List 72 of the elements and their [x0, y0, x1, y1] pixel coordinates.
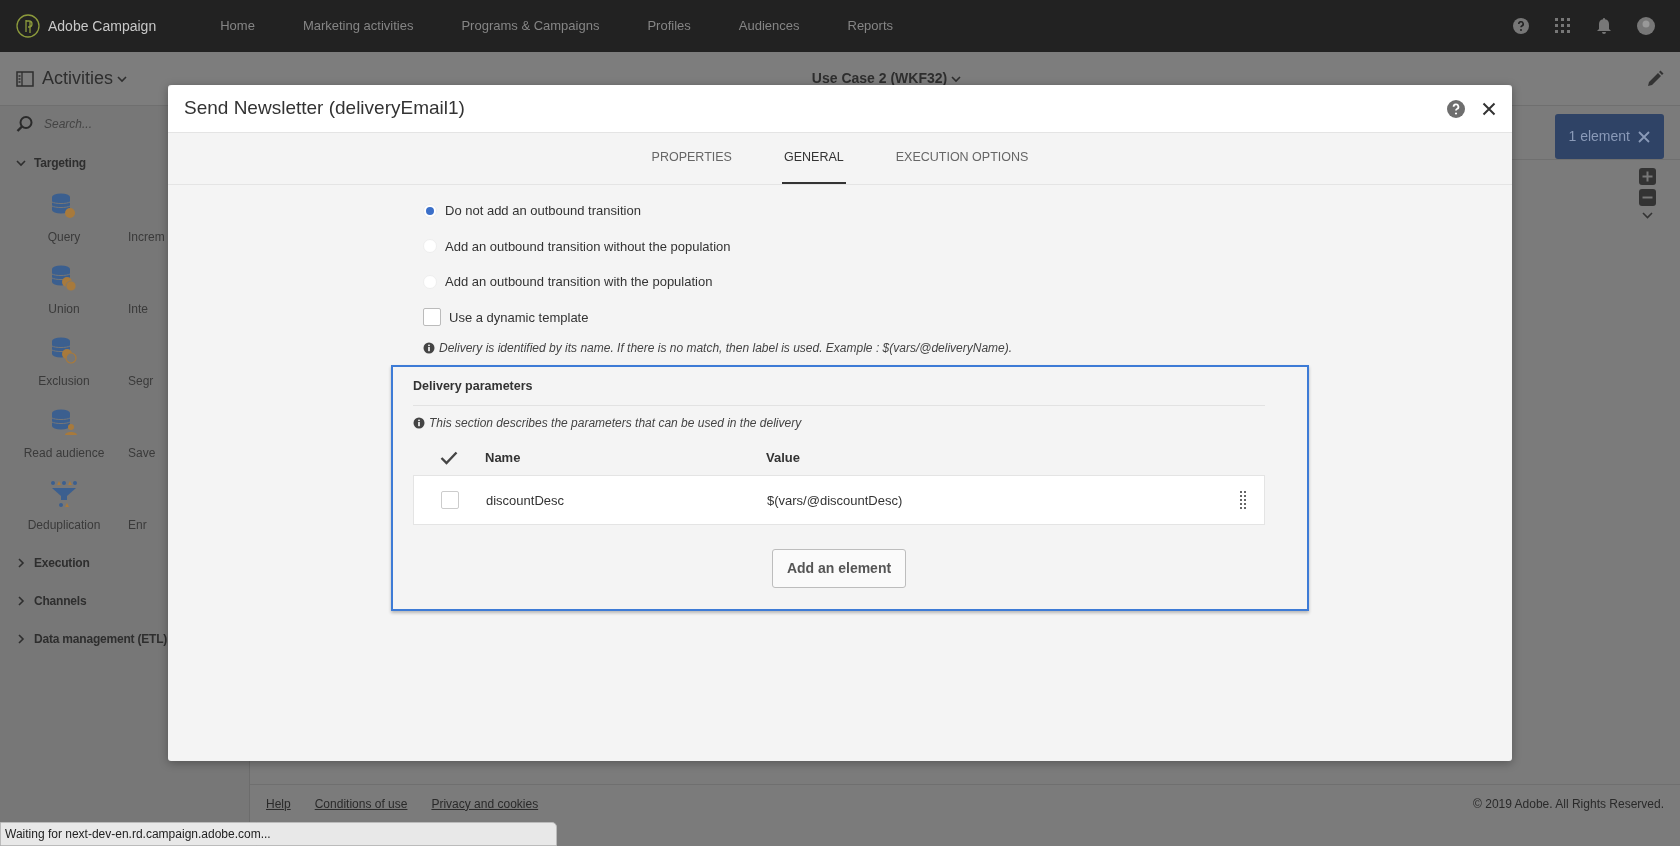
database-icon [50, 192, 78, 220]
activity-label[interactable]: Union [48, 300, 80, 318]
drag-handle-icon[interactable] [1240, 491, 1246, 510]
add-element-button[interactable]: Add an element [771, 549, 907, 589]
avatar-icon[interactable] [1636, 16, 1656, 36]
status-bar: Waiting for next-dev-en.rd.campaign.adobe.com... [0, 822, 557, 846]
tab[interactable]: EXECUTION OPTIONS [893, 133, 1031, 184]
info-text: Delivery is identified by its name. If there is no match, then label is used. Example : $(vars/@deliveryName). [439, 340, 1013, 357]
column-header: Value [766, 448, 801, 467]
tab[interactable]: GENERAL [781, 133, 846, 184]
help-icon[interactable] [1512, 17, 1530, 35]
activity-label[interactable]: Enr [128, 516, 147, 534]
activity-label[interactable]: Inte [128, 300, 148, 318]
copyright-text: © 2019 Adobe. All Rights Reserved. [1473, 795, 1664, 813]
section-title: Delivery parameters [413, 377, 1265, 406]
funnel-icon [50, 480, 78, 508]
radio-option[interactable]: Do not add an outbound transition [423, 201, 1279, 221]
nav-link-item[interactable]: Reports [847, 16, 894, 36]
help-icon[interactable] [1446, 98, 1466, 119]
close-icon [1482, 101, 1496, 116]
nav-link-item[interactable]: Home [220, 16, 255, 36]
section-header[interactable]: Execution [16, 554, 249, 572]
zoom-in-icon[interactable] [1639, 168, 1656, 185]
close-icon [1638, 130, 1650, 143]
activity-label[interactable]: Save [128, 444, 156, 462]
panel-icon [16, 71, 34, 88]
footer-link[interactable]: Help [266, 794, 291, 813]
column-header: Name [485, 448, 522, 467]
table-cell-text: $(vars/@discountDesc) [767, 491, 904, 510]
bell-icon[interactable] [1596, 17, 1612, 35]
database-icon [50, 408, 78, 436]
close-button[interactable] [1482, 101, 1496, 116]
section-header[interactable]: Targeting [16, 154, 249, 172]
nav-link-item[interactable]: Programs & Campaigns [461, 16, 600, 36]
activity-label[interactable]: Deduplication [27, 516, 101, 534]
search-icon [16, 115, 34, 133]
chevron-down-icon [117, 73, 127, 84]
activities-dropdown[interactable]: Activities [42, 65, 127, 92]
chevron-down-icon [951, 73, 962, 84]
activity-label[interactable]: Segr [128, 372, 154, 390]
footer-link[interactable]: Conditions of use [314, 794, 408, 813]
check-all-icon[interactable] [440, 450, 458, 465]
info-icon [423, 342, 435, 354]
info-icon [413, 416, 425, 429]
row-checkbox[interactable] [441, 491, 459, 510]
workflow-title-dropdown[interactable]: Use Case 2 (WKF32) [811, 68, 962, 89]
logo-icon [16, 14, 40, 38]
tab[interactable]: PROPERTIES [649, 133, 734, 184]
activity-label[interactable]: Query [47, 228, 81, 246]
nav-link-item[interactable]: Audiences [738, 16, 800, 36]
zoom-out-icon[interactable] [1639, 189, 1656, 206]
activity-label[interactable]: Increm [128, 228, 165, 246]
activity-label[interactable]: Exclusion [38, 372, 90, 390]
dialog-title: Send Newsletter (deliveryEmail1) [184, 96, 465, 121]
section-header[interactable]: Channels [16, 592, 249, 610]
database-icon [50, 264, 78, 292]
app-name: Adobe Campaign [48, 16, 157, 36]
radio-option[interactable]: Add an outbound transition without the population [423, 236, 1279, 256]
database-icon [50, 336, 78, 364]
radio-option[interactable]: Add an outbound transition with the population [423, 272, 1279, 292]
checkbox-option[interactable]: Use a dynamic template [423, 307, 1279, 327]
activity-label[interactable]: Read audience [23, 444, 105, 462]
table-cell-text: discountDesc [486, 491, 566, 510]
section-header[interactable]: Data management (ETL) [16, 630, 249, 648]
apps-grid-icon[interactable] [1554, 17, 1572, 35]
nav-link-item[interactable]: Profiles [647, 16, 691, 36]
footer-link[interactable]: Privacy and cookies [431, 794, 539, 813]
pencil-icon[interactable] [1646, 70, 1664, 89]
section-note: This section describes the parameters that can be used in the delivery [429, 414, 802, 432]
chevron-down-icon[interactable] [1639, 210, 1656, 222]
nav-link-item[interactable]: Marketing activities [302, 16, 414, 36]
selection-badge[interactable]: 1 element [1554, 114, 1664, 159]
